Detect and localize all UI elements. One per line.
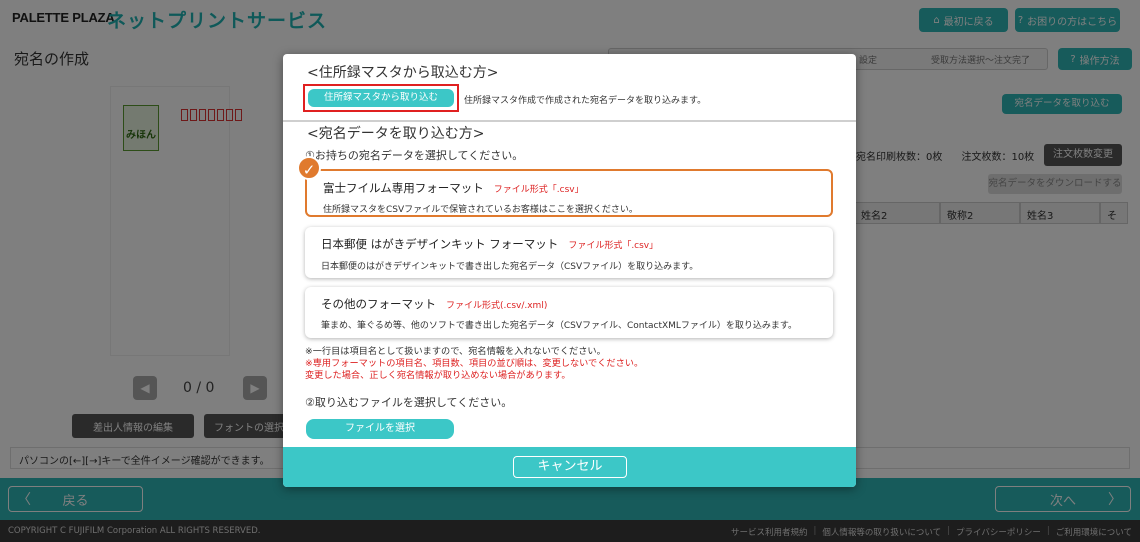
master-import-highlight: 住所録マスタから取り込む	[303, 84, 459, 112]
format-type: ファイル形式「.csv」	[568, 241, 659, 251]
format-option-title: その他のフォーマット ファイル形式(.csv/.xml)	[321, 296, 547, 312]
section-divider	[283, 120, 856, 122]
note-line: ※一行目は項目名として扱いますので、宛名情報を入れないでください。	[305, 346, 606, 357]
step2-instruction: ②取り込むファイルを選択してください。	[305, 396, 513, 409]
format-option-japanpost[interactable]: 日本郵便 はがきデザインキット フォーマット ファイル形式「.csv」 日本郵便の…	[305, 227, 833, 278]
note-line-warning: 変更した場合、正しく宛名情報が取り込めない場合があります。	[305, 370, 571, 381]
format-type: ファイル形式(.csv/.xml)	[446, 301, 548, 311]
import-dialog: <住所録マスタから取込む方> 住所録マスタから取り込む 住所録マスタ作成で作成さ…	[283, 54, 856, 487]
format-option-description: 住所録マスタをCSVファイルで保管されているお客様はここを選択ください。	[323, 205, 638, 215]
format-name: 富士フイルム専用フォーマット	[323, 181, 484, 195]
format-name: 日本郵便 はがきデザインキット フォーマット	[321, 237, 559, 251]
format-type: ファイル形式「.csv」	[493, 185, 584, 195]
format-option-description: 日本郵便のはがきデザインキットで書き出した宛名データ（CSVファイル）を取り込み…	[321, 262, 699, 272]
import-notes: ※一行目は項目名として扱いますので、宛名情報を入れないでください。 ※専用フォー…	[305, 346, 643, 382]
step1-instruction: ①お持ちの宛名データを選択してください。	[305, 149, 524, 162]
select-file-button[interactable]: ファイルを選択	[306, 419, 454, 439]
format-option-description: 筆まめ、筆ぐるめ等、他のソフトで書き出した宛名データ（CSVファイル、Conta…	[321, 321, 798, 331]
format-option-title: 日本郵便 はがきデザインキット フォーマット ファイル形式「.csv」	[321, 236, 658, 252]
section-title-master: <住所録マスタから取込む方>	[307, 65, 499, 81]
import-from-master-button[interactable]: 住所録マスタから取り込む	[308, 89, 454, 107]
format-option-fujifilm[interactable]: 富士フイルム専用フォーマット ファイル形式「.csv」 住所録マスタをCSVファイ…	[305, 169, 833, 217]
cancel-button[interactable]: キャンセル	[513, 456, 627, 478]
format-option-other[interactable]: その他のフォーマット ファイル形式(.csv/.xml) 筆まめ、筆ぐるめ等、他の…	[305, 287, 833, 338]
format-option-title: 富士フイルム専用フォーマット ファイル形式「.csv」	[323, 180, 584, 196]
check-icon: ✓	[297, 156, 321, 180]
master-import-description: 住所録マスタ作成で作成された宛名データを取り込みます。	[464, 96, 707, 106]
note-line-warning: ※専用フォーマットの項目名、項目数、項目の並び順は、変更しないでください。	[305, 358, 644, 369]
section-title-import: <宛名データを取り込む方>	[307, 126, 485, 142]
dialog-footer: キャンセル	[283, 447, 856, 487]
format-name: その他のフォーマット	[321, 297, 436, 311]
